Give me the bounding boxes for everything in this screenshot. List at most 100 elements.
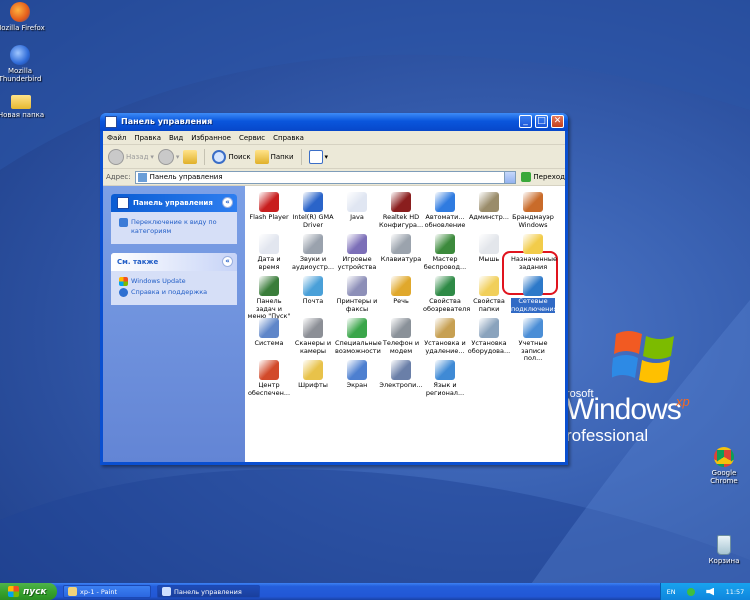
menu-favorites[interactable]: Избранное: [191, 134, 231, 142]
cp-item-accessibility[interactable]: Специальные возможности: [335, 318, 382, 355]
cp-item-wireless-wizard[interactable]: Мастер беспровод...: [423, 234, 467, 271]
search-label: Поиск: [228, 152, 251, 161]
address-bar: Адрес: Панель управления Переход: [103, 169, 565, 186]
minimize-button[interactable]: _: [519, 115, 532, 128]
desktop-icon-label: Mozilla Thunderbird: [0, 67, 42, 83]
cp-item-power[interactable]: Электропи...: [379, 360, 423, 390]
chrome-icon: [714, 447, 734, 467]
menu-file[interactable]: Файл: [107, 134, 126, 142]
control-panel-icon: [162, 587, 171, 596]
cp-item-flash[interactable]: Flash Player: [247, 192, 291, 222]
address-dropdown-button[interactable]: [504, 171, 516, 183]
desktop-icon-new-folder[interactable]: Новая папка: [0, 92, 47, 119]
cp-item-phone-modem[interactable]: Телефон и модем: [379, 318, 423, 355]
cp-item-scanner[interactable]: Сканеры и камеры: [291, 318, 335, 355]
cp-item-display[interactable]: Экран: [335, 360, 379, 390]
window-titlebar[interactable]: Панель управления _ □ ✕: [100, 113, 568, 131]
cp-item-printer[interactable]: Принтеры и факсы: [335, 276, 379, 313]
up-folder-button[interactable]: [183, 149, 198, 164]
recycle-bin-icon: [717, 535, 731, 555]
cp-item-system[interactable]: Система: [247, 318, 291, 348]
chevron-down-icon: ▾: [324, 152, 329, 161]
cp-item-fonts[interactable]: Шрифты: [291, 360, 335, 390]
cp-item-sound[interactable]: Звуки и аудиоустр...: [291, 234, 335, 271]
menu-help[interactable]: Справка: [273, 134, 304, 142]
cp-item-label: Язык и регионал...: [425, 381, 465, 397]
control-panel-box: Панель управления « Переключение к виду …: [111, 194, 237, 244]
menu-view[interactable]: Вид: [169, 134, 183, 142]
search-button[interactable]: Поиск: [212, 149, 251, 164]
collapse-icon[interactable]: «: [222, 256, 233, 267]
cp-item-firewall[interactable]: Брандмауэр Windows: [511, 192, 555, 229]
keyboard-icon: [391, 234, 411, 254]
taskbar-item-control-panel[interactable]: Панель управления: [157, 585, 260, 598]
close-button[interactable]: ✕: [551, 115, 564, 128]
desktop-icon-label: Mozilla Firefox: [0, 24, 45, 32]
cp-item-intel-gma[interactable]: Intel(R) GMA Driver: [291, 192, 335, 229]
cp-item-mail[interactable]: Почта: [291, 276, 335, 306]
cp-item-auto-update[interactable]: Автомати... обновление: [423, 192, 467, 229]
tray-icon[interactable]: [686, 587, 695, 596]
system-icon: [259, 318, 279, 338]
cp-item-label: Назначенные задания: [511, 255, 558, 271]
volume-icon[interactable]: [706, 587, 715, 596]
cp-item-internet-options[interactable]: Свойства обозревателя: [423, 276, 470, 313]
cp-item-scheduled-tasks[interactable]: Назначенные задания: [511, 234, 558, 271]
windows-update-link[interactable]: Windows Update: [119, 277, 231, 286]
go-button[interactable]: Переход: [521, 172, 565, 182]
desktop-icon-firefox[interactable]: Mozilla Firefox: [0, 2, 46, 32]
cp-item-speech[interactable]: Речь: [379, 276, 423, 306]
maximize-button[interactable]: □: [535, 115, 548, 128]
folders-button[interactable]: Папки: [254, 149, 294, 164]
add-remove-icon: [435, 318, 455, 338]
desktop-icon-recycle-bin[interactable]: Корзина: [698, 535, 750, 565]
hardware-icon: [479, 318, 499, 338]
paint-icon: [68, 587, 77, 596]
firefox-icon: [10, 2, 30, 22]
back-button[interactable]: Назад ▾: [108, 148, 154, 165]
speaker-icon: [391, 192, 411, 212]
start-button[interactable]: пуск: [0, 583, 57, 600]
menu-tools[interactable]: Сервис: [239, 134, 265, 142]
user-accounts-icon: [523, 318, 543, 338]
clock[interactable]: 11:57: [726, 588, 745, 596]
cp-item-network-connections[interactable]: Сетевые подключения: [511, 276, 558, 313]
cp-item-add-remove[interactable]: Установка и удаление...: [423, 318, 467, 355]
cp-item-admin-tools[interactable]: Админстр...: [467, 192, 511, 222]
cp-item-gamepad[interactable]: Игровые устройства: [335, 234, 379, 271]
taskbar: пуск xp-1 - Paint Панель управления EN 1…: [0, 583, 750, 600]
address-input[interactable]: Панель управления: [134, 170, 517, 184]
cp-item-hardware[interactable]: Установка оборудова...: [467, 318, 511, 355]
cp-item-user-accounts[interactable]: Учетные записи пол...: [511, 318, 555, 363]
control-panel-box-header[interactable]: Панель управления «: [111, 194, 237, 212]
see-also-header[interactable]: См. также «: [111, 253, 237, 271]
back-label: Назад: [126, 152, 149, 161]
taskbar-item-paint[interactable]: xp-1 - Paint: [63, 585, 151, 598]
windows-flag-icon: [612, 331, 674, 383]
views-button[interactable]: ▾: [308, 149, 329, 164]
language-indicator[interactable]: EN: [667, 588, 676, 596]
switch-to-category-view-link[interactable]: Переключение к виду по категориям: [119, 218, 231, 236]
menu-bar: Файл Правка Вид Избранное Сервис Справка: [103, 131, 565, 145]
cp-item-taskbar[interactable]: Панель задач и меню "Пуск": [247, 276, 291, 321]
gamepad-icon: [347, 234, 367, 254]
cp-item-label: Игровые устройства: [337, 255, 377, 271]
desktop-icon-thunderbird[interactable]: Mozilla Thunderbird: [0, 45, 46, 83]
cp-item-mouse[interactable]: Мышь: [467, 234, 511, 264]
desktop-icon-chrome[interactable]: Google Chrome: [698, 447, 750, 485]
cp-item-folder-options[interactable]: Свойства папки: [467, 276, 511, 313]
cp-item-java[interactable]: Java: [335, 192, 379, 222]
go-label: Переход: [533, 173, 565, 181]
help-support-link[interactable]: Справка и поддержка: [119, 288, 231, 297]
menu-edit[interactable]: Правка: [134, 134, 161, 142]
cp-item-clock[interactable]: Дата и время: [247, 234, 291, 271]
cp-item-language[interactable]: Язык и регионал...: [423, 360, 467, 397]
logo-wordmark: Windows: [566, 393, 682, 426]
collapse-icon[interactable]: «: [222, 197, 233, 208]
forward-button[interactable]: ▾: [157, 148, 179, 165]
cp-item-keyboard[interactable]: Клавиатура: [379, 234, 423, 264]
cp-item-speaker[interactable]: Realtek HD Конфигура...: [379, 192, 423, 229]
cp-item-label: Телефон и модем: [382, 339, 420, 355]
cp-item-label: Брандмауэр Windows: [512, 213, 554, 229]
cp-item-security-center[interactable]: Центр обеспечен...: [247, 360, 291, 397]
